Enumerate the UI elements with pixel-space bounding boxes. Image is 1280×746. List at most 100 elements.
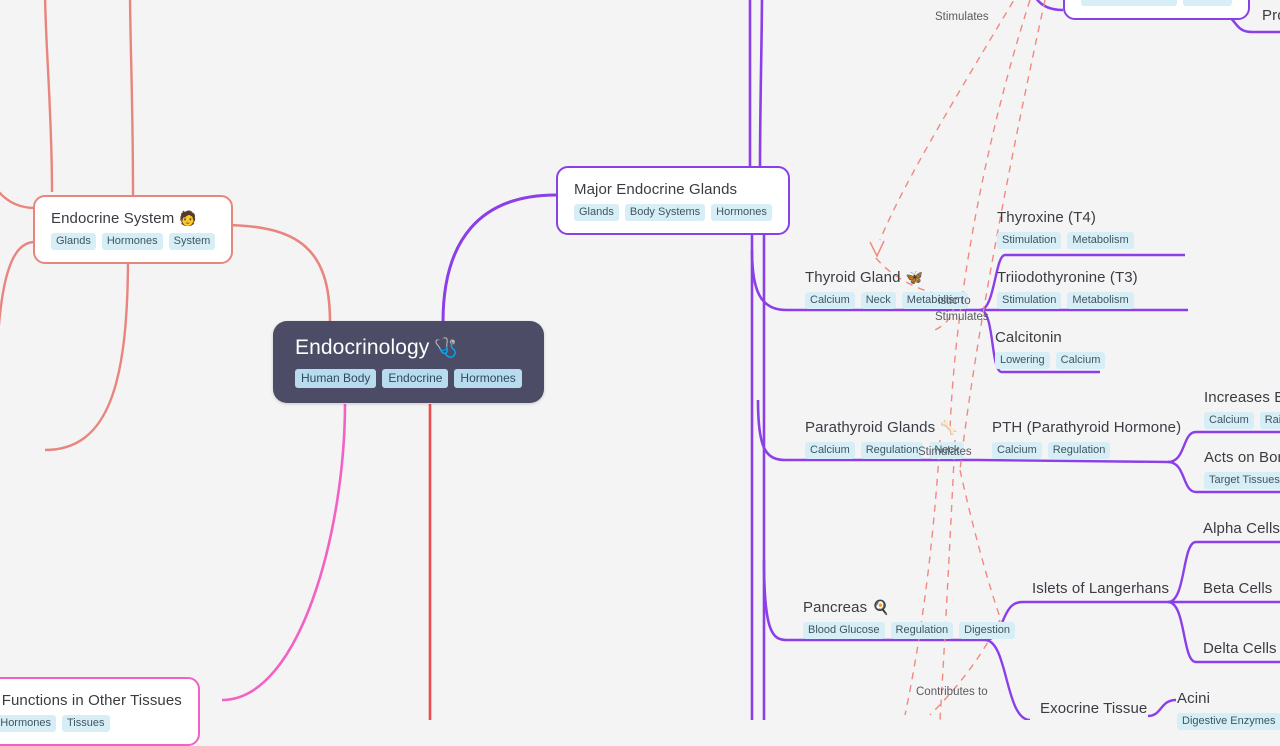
fried-egg-icon: 🍳 <box>872 599 890 615</box>
node-title: Acts on Bone <box>1204 449 1280 466</box>
node-title: Exocrine Tissue <box>1040 700 1148 717</box>
root-node-label: Endocrinology <box>295 336 430 359</box>
node-tags: Hormonal Control Anterior <box>1081 0 1232 6</box>
node-title: Pancreas 🍳 <box>803 598 1015 617</box>
tag: Metabolism <box>1067 232 1134 249</box>
tag: Calcium <box>805 442 855 459</box>
tag: Metabolism <box>1067 292 1134 309</box>
tag: Endocrine <box>382 369 449 388</box>
tag: Blood Glucose <box>803 622 885 639</box>
butterfly-icon: 🦋 <box>905 269 924 285</box>
node-acini[interactable]: Acini Digestive Enzymes <box>1177 689 1280 730</box>
tag: Lowering <box>995 352 1050 369</box>
tag: Digestion <box>959 622 1015 639</box>
node-beta-cells[interactable]: Beta Cells <box>1203 579 1272 598</box>
mindmap-canvas[interactable]: Endocrinology 🩺 Human Body Endocrine Horm… <box>0 0 1280 746</box>
tag: Regulation <box>1047 442 1111 459</box>
node-title: Major Endocrine Glands <box>574 181 738 198</box>
node-label: Pancreas <box>803 599 868 616</box>
tag: Calcium <box>1055 352 1106 369</box>
node-exocrine-tissue[interactable]: Exocrine Tissue <box>1040 699 1147 718</box>
node-title: PTH (Parathyroid Hormone) <box>992 419 1182 436</box>
node-title: Thyroxine (T4) <box>997 209 1096 226</box>
person-icon: 🧑 <box>179 210 197 226</box>
node-title: Endocrine System 🧑 <box>51 209 215 228</box>
tag: Regulation <box>890 622 954 639</box>
tag: Hormones <box>101 233 163 250</box>
tag: Hormones <box>0 715 56 732</box>
tag: Calcium <box>1204 412 1254 429</box>
node-title: Beta Cells <box>1203 580 1273 597</box>
node-tags: Lowering Calcium <box>995 352 1106 369</box>
tag: Glands <box>51 233 96 250</box>
node-endocrine-system[interactable]: Endocrine System 🧑 Glands Hormones System <box>33 195 234 264</box>
node-title: Triiodothyronine (T3) <box>997 269 1138 286</box>
tag: Hormones <box>711 204 772 221</box>
node-tags: Stimulation Metabolism <box>997 232 1134 249</box>
node-label: Parathyroid Glands <box>805 419 936 436</box>
node-islets-of-langerhans[interactable]: Islets of Langerhans <box>1032 579 1169 598</box>
node-title: Acini <box>1177 690 1211 707</box>
node-alpha-cells[interactable]: Alpha Cells <box>1203 519 1280 538</box>
tag: Digestive Enzymes <box>1177 713 1280 730</box>
edge-label-antagonistic-to: istic to <box>938 295 971 307</box>
tag: Stimulation <box>997 232 1062 249</box>
node-pancreas[interactable]: Pancreas 🍳 Blood Glucose Regulation Diges… <box>803 598 1015 639</box>
root-node-title: Endocrinology 🩺 <box>295 335 522 361</box>
node-title: Thyroid Gland 🦋 <box>805 268 968 287</box>
node-tags: Stimulation Metabolism <box>997 292 1138 309</box>
tag: Body Systems <box>624 204 706 221</box>
node-delta-cells[interactable]: Delta Cells <box>1203 639 1277 658</box>
tag: Hormones <box>454 369 522 388</box>
node-increases-blood-calcium[interactable]: Increases Blo Calcium Raisi <box>1204 388 1280 429</box>
node-triiodothyronine-t3[interactable]: Triiodothyronine (T3) Stimulation Metabo… <box>997 268 1138 309</box>
tag: Anterior <box>1183 0 1232 6</box>
tag: Calcium <box>992 442 1042 459</box>
edge-label-contributes-to: Contributes to <box>916 686 988 698</box>
node-pro-partial[interactable]: Pro <box>1262 6 1280 25</box>
tag: Tissues <box>62 715 110 732</box>
node-tags: tions Hormones Tissues <box>0 715 182 732</box>
node-tags: Glands Body Systems Hormones <box>574 204 772 221</box>
node-title: Increases Blo <box>1204 389 1280 406</box>
node-tags: Calcium Raisi <box>1204 412 1280 429</box>
bone-icon: 🦴 <box>940 419 958 435</box>
stethoscope-icon: 🩺 <box>434 338 459 359</box>
tag: Hormonal Control <box>1081 0 1178 6</box>
node-title: ocrine Functions in Other Tissues <box>0 692 182 709</box>
node-calcitonin[interactable]: Calcitonin Lowering Calcium <box>995 328 1106 369</box>
root-node-endocrinology[interactable]: Endocrinology 🩺 Human Body Endocrine Horm… <box>273 321 544 403</box>
node-major-endocrine-glands[interactable]: Major Endocrine Glands Glands Body Syste… <box>556 166 790 235</box>
tag: Target Tissues <box>1204 472 1280 489</box>
node-pth[interactable]: PTH (Parathyroid Hormone) Calcium Regula… <box>992 418 1181 459</box>
tag: Neck <box>860 292 896 309</box>
tag: Regulation <box>860 442 924 459</box>
node-title: Islets of Langerhans <box>1032 580 1170 597</box>
node-label: Endocrine System <box>51 210 175 227</box>
node-tags: Target Tissues <box>1204 472 1280 489</box>
edge-label-stimulates-thyroid: Stimulates <box>935 311 989 323</box>
node-title: Parathyroid Glands 🦴 <box>805 418 964 437</box>
tag: Human Body <box>295 369 377 388</box>
tag: Glands <box>574 204 619 221</box>
tag: System <box>168 233 216 250</box>
edge-label-stimulates-parathyroid: Stimulates <box>918 446 972 458</box>
tag: Raisi <box>1259 412 1280 429</box>
node-title: Delta Cells <box>1203 640 1277 657</box>
node-tags: Blood Glucose Regulation Digestion <box>803 622 1015 639</box>
node-tags: Calcium Regulation <box>992 442 1181 459</box>
root-node-tags: Human Body Endocrine Hormones <box>295 369 522 388</box>
node-anterior-pituitary-partial[interactable]: Hormonal Control Anterior <box>1063 0 1250 20</box>
tag: Stimulation <box>997 292 1062 309</box>
node-title: Calcitonin <box>995 329 1062 346</box>
tag: Calcium <box>805 292 855 309</box>
node-tags: Digestive Enzymes <box>1177 713 1280 730</box>
node-label: Thyroid Gland <box>805 269 901 286</box>
node-acts-on-bones[interactable]: Acts on Bone Target Tissues <box>1204 448 1280 489</box>
node-title: Alpha Cells <box>1203 520 1280 537</box>
node-tags: Glands Hormones System <box>51 233 216 250</box>
node-title: Pro <box>1262 7 1280 24</box>
node-thyroxine-t4[interactable]: Thyroxine (T4) Stimulation Metabolism <box>997 208 1134 249</box>
edge-label-stimulates-top: Stimulates <box>935 11 989 23</box>
node-endocrine-functions-other-tissues[interactable]: ocrine Functions in Other Tissues tions … <box>0 677 200 746</box>
